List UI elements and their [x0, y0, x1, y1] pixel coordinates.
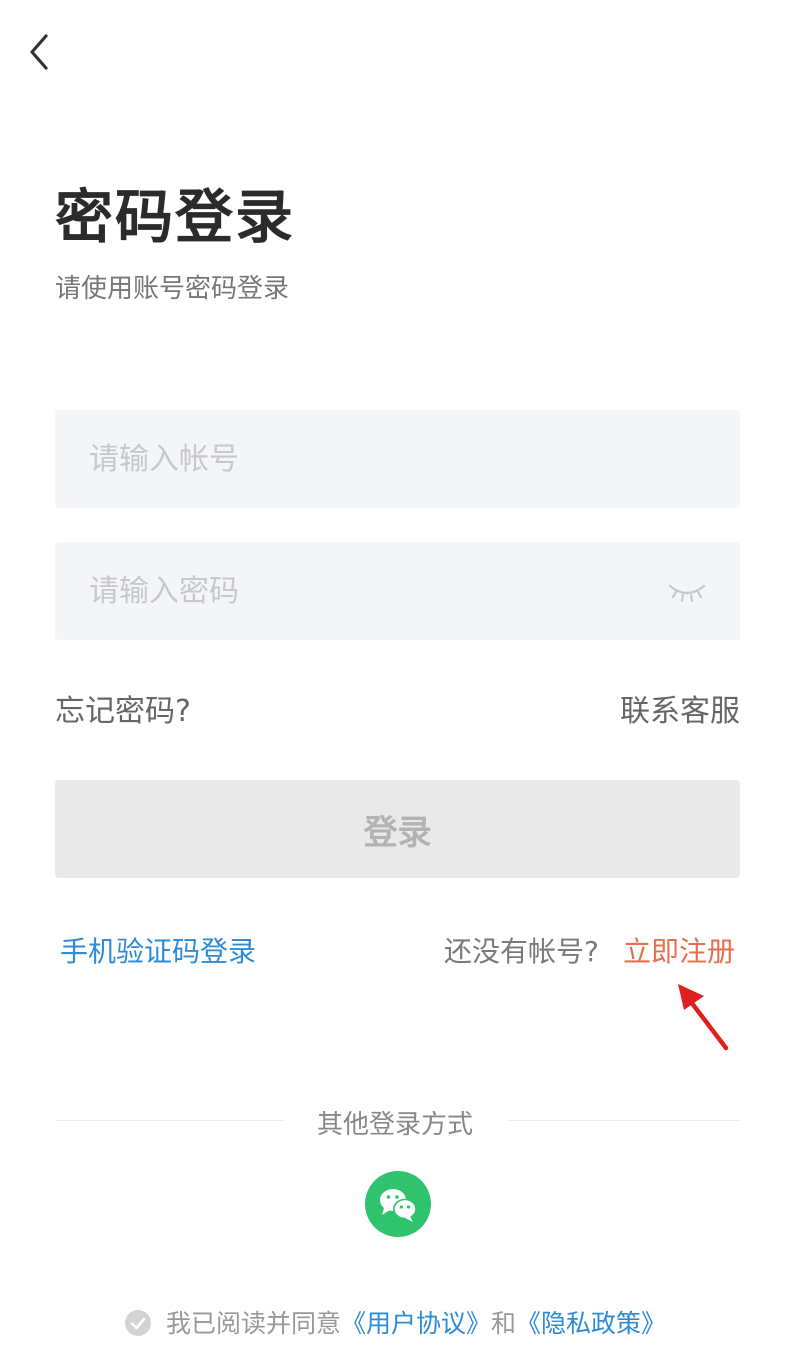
agreement-prefix: 我已阅读并同意 [165, 1309, 341, 1338]
agreement-row: 我已阅读并同意《用户协议》和《隐私政策》 [0, 1304, 790, 1340]
password-field[interactable] [55, 542, 740, 640]
eye-closed-icon[interactable] [666, 576, 708, 606]
contact-service-link[interactable]: 联系客服 [620, 686, 740, 730]
user-agreement-link[interactable]: 《用户协议》 [341, 1309, 491, 1338]
page-subtitle: 请使用账号密码登录 [55, 274, 290, 304]
chevron-left-icon [30, 34, 48, 70]
login-button[interactable]: 登录 [55, 780, 740, 878]
page-title: 密码登录 [55, 183, 296, 251]
password-input[interactable] [55, 542, 740, 640]
back-button[interactable] [20, 28, 60, 76]
account-input[interactable] [55, 410, 740, 508]
no-account-text: 还没有帐号? [444, 935, 599, 968]
privacy-policy-link[interactable]: 《隐私政策》 [516, 1309, 666, 1338]
wechat-login-button[interactable] [365, 1171, 431, 1237]
wechat-icon [380, 1189, 417, 1222]
annotation-arrow-icon [678, 984, 729, 1051]
register-link[interactable]: 立即注册 [623, 930, 735, 970]
forgot-password-link[interactable]: 忘记密码? [55, 686, 191, 730]
sms-login-link[interactable]: 手机验证码登录 [60, 930, 256, 970]
agreement-and: 和 [491, 1309, 517, 1338]
other-login-label: 其他登录方式 [316, 1110, 473, 1140]
check-circle-icon[interactable] [124, 1309, 152, 1337]
account-field[interactable] [55, 410, 740, 508]
